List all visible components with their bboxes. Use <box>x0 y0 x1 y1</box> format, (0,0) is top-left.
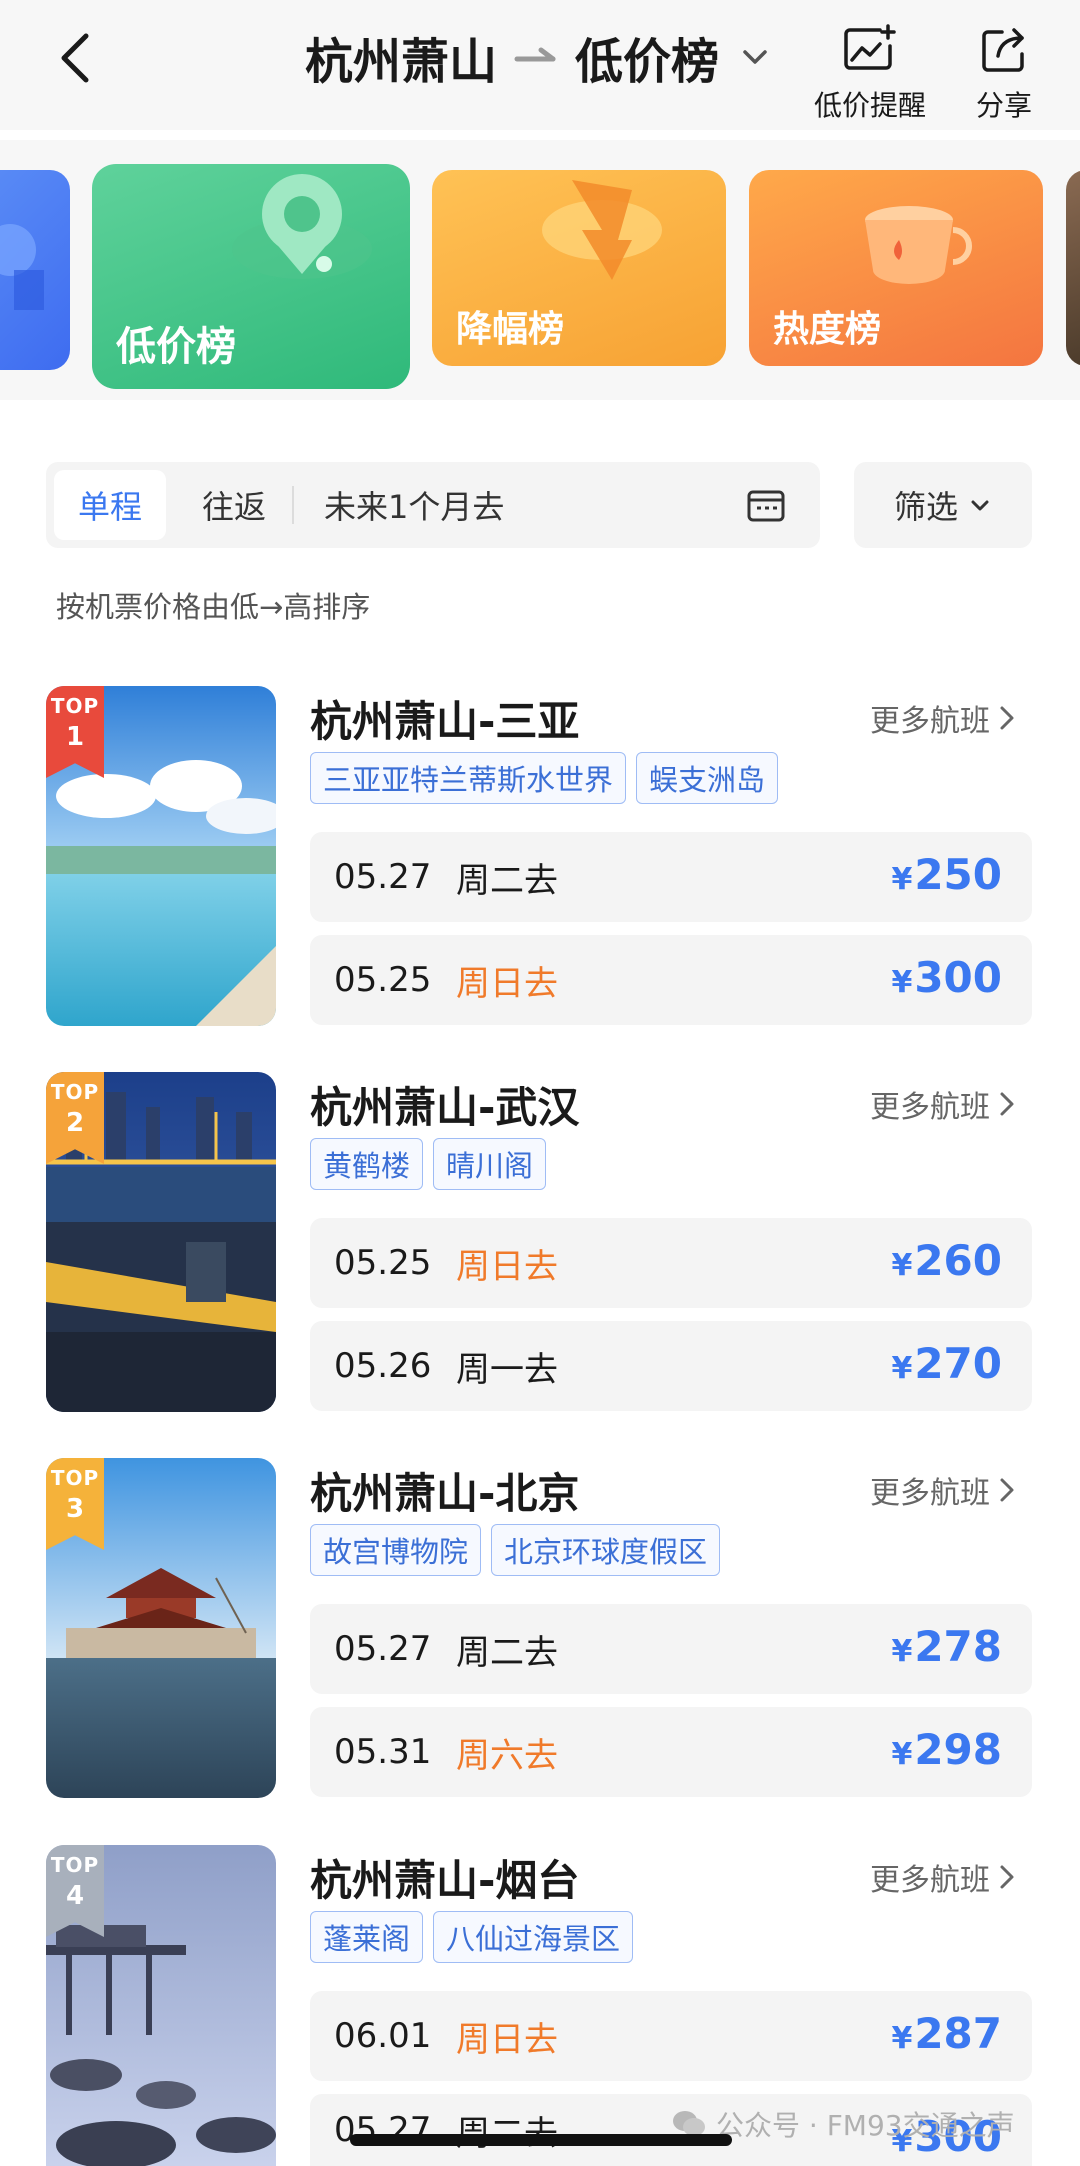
flight-option[interactable]: 05.27 周二去 ¥250 <box>310 832 1032 922</box>
flight-price: ¥287 <box>891 2009 1002 2058</box>
flight-date: 05.31 <box>334 1732 432 1772</box>
chevron-right-icon <box>1000 706 1014 730</box>
destination-photo: TOP 3 <box>46 1458 276 1798</box>
arrow-right-icon <box>514 47 556 62</box>
flight-date: 05.27 <box>334 1629 432 1669</box>
attraction-tags: 故宫博物院 北京环球度假区 <box>310 1524 721 1576</box>
category-card-price-drop[interactable]: 降幅榜 <box>432 170 726 366</box>
category-label-price-drop: 降幅榜 <box>456 309 565 350</box>
ranking-category-strip: 低价榜 降幅榜 热度榜 <box>0 140 1080 400</box>
chevron-right-icon <box>1000 1092 1014 1116</box>
flight-price: ¥300 <box>891 953 1002 1002</box>
flight-option[interactable]: 05.27 周二去 ¥278 <box>310 1604 1032 1694</box>
page-title: 低价榜 <box>575 34 720 90</box>
price-alert-button[interactable]: 低价提醒 <box>814 24 926 124</box>
attraction-tags: 蓬莱阁 八仙过海景区 <box>310 1911 634 1963</box>
category-card-low-price[interactable]: 低价榜 <box>92 164 410 389</box>
category-card-hot[interactable]: 热度榜 <box>749 170 1043 366</box>
price-alert-label: 低价提醒 <box>814 89 927 122</box>
category-card-next[interactable] <box>1066 170 1080 366</box>
flight-option[interactable]: 05.26 周一去 ¥270 <box>310 1321 1032 1411</box>
calendar-icon[interactable] <box>746 486 786 524</box>
more-flights-link[interactable]: 更多航班 <box>870 696 1018 740</box>
back-button[interactable] <box>50 22 110 92</box>
page-title-selector[interactable]: 杭州萧山 低价榜 <box>305 22 773 92</box>
one-way-tab[interactable]: 单程 <box>54 470 166 540</box>
flight-date: 06.01 <box>334 2016 432 2056</box>
attraction-tags: 黄鹤楼 晴川阁 <box>310 1138 547 1190</box>
chevron-right-icon <box>1000 1478 1014 1502</box>
flight-date: 05.27 <box>334 2110 432 2150</box>
chevron-down-icon <box>971 500 989 511</box>
share-icon <box>982 28 1024 72</box>
chevron-left-icon <box>61 33 89 83</box>
category-label-hot: 热度榜 <box>773 309 882 350</box>
ranking-item[interactable]: TOP 3 杭州萧山-北京 更多航班 故宫博物院 北京环球度假区 05.27 周… <box>0 1458 1080 1808</box>
flight-weekday: 周二去 <box>456 860 558 901</box>
flight-weekday: 周日去 <box>456 2019 558 2060</box>
flight-date: 05.25 <box>334 960 432 1000</box>
home-indicator[interactable] <box>350 2134 732 2146</box>
attraction-tag[interactable]: 八仙过海景区 <box>433 1911 634 1963</box>
plane-icon <box>0 224 44 310</box>
flight-weekday: 周六去 <box>456 1735 558 1776</box>
filter-button[interactable]: 筛选 <box>854 462 1032 548</box>
more-flights-link[interactable]: 更多航班 <box>870 1082 1018 1126</box>
price-alert-icon <box>844 24 896 70</box>
attraction-tag[interactable]: 晴川阁 <box>433 1138 547 1190</box>
attraction-tag[interactable]: 蓬莱阁 <box>310 1911 424 1963</box>
flight-weekday: 周日去 <box>456 963 558 1004</box>
flight-date: 05.26 <box>334 1346 432 1386</box>
flight-option[interactable]: 05.25 周日去 ¥260 <box>310 1218 1032 1308</box>
route-title: 杭州萧山-北京 <box>310 1469 580 1518</box>
route-title: 杭州萧山-武汉 <box>310 1083 580 1132</box>
attraction-tag[interactable]: 三亚亚特兰蒂斯水世界 <box>310 752 627 804</box>
origin-city: 杭州萧山 <box>305 34 498 90</box>
more-flights-link[interactable]: 更多航班 <box>870 1855 1018 1899</box>
divider <box>292 486 294 524</box>
share-button[interactable]: 分享 <box>976 24 1032 124</box>
sort-description: 按机票价格由低→高排序 <box>56 590 371 624</box>
attraction-tags: 三亚亚特兰蒂斯水世界 蜈支洲岛 <box>310 752 779 804</box>
flight-weekday: 周二去 <box>456 1632 558 1673</box>
destination-photo: TOP 4 <box>46 1845 276 2166</box>
attraction-tag[interactable]: 蜈支洲岛 <box>636 752 779 804</box>
flight-weekday: 周一去 <box>456 1349 558 1390</box>
flight-price: ¥278 <box>891 1622 1002 1671</box>
route-title: 杭州萧山-三亚 <box>310 697 580 746</box>
destination-photo: TOP 1 <box>46 686 276 1026</box>
flight-price: ¥270 <box>891 1339 1002 1388</box>
attraction-tag[interactable]: 故宫博物院 <box>310 1524 482 1576</box>
ranking-item[interactable]: TOP 1 杭州萧山-三亚 更多航班 三亚亚特兰蒂斯水世界 蜈支洲岛 05.27… <box>0 686 1080 1036</box>
flight-option[interactable]: 05.31 周六去 ¥298 <box>310 1707 1032 1797</box>
chevron-right-icon <box>1000 1865 1014 1889</box>
chevron-down-icon <box>743 50 767 64</box>
flight-price: ¥260 <box>891 1236 1002 1285</box>
category-label-low-price: 低价榜 <box>116 324 236 370</box>
attraction-tag[interactable]: 北京环球度假区 <box>491 1524 721 1576</box>
round-trip-tab[interactable]: 往返 <box>186 470 282 540</box>
flight-date: 05.25 <box>334 1243 432 1283</box>
date-range-selector[interactable]: 未来1个月去 <box>324 470 504 540</box>
filter-label: 筛选 <box>893 488 958 526</box>
more-flights-link[interactable]: 更多航班 <box>870 1468 1018 1512</box>
attraction-tag[interactable]: 黄鹤楼 <box>310 1138 424 1190</box>
destination-photo: TOP 2 <box>46 1072 276 1412</box>
top-nav-bar: 杭州萧山 低价榜 低价提醒 分享 <box>0 0 1080 130</box>
flight-weekday: 周日去 <box>456 1246 558 1287</box>
flight-option[interactable]: 06.01 周日去 ¥287 <box>310 1991 1032 2081</box>
flight-price: ¥250 <box>891 850 1002 899</box>
trip-filter-bar: 单程 往返 未来1个月去 <box>46 462 820 548</box>
flight-price: ¥298 <box>891 1725 1002 1774</box>
ranking-item[interactable]: TOP 2 杭州萧山-武汉 更多航班 黄鹤楼 晴川阁 05.25 周日去 ¥26… <box>0 1072 1080 1422</box>
category-card-previous[interactable] <box>0 170 70 370</box>
route-title: 杭州萧山-烟台 <box>310 1856 580 1905</box>
flight-weekday: 周二去 <box>456 2094 558 2166</box>
share-label: 分享 <box>976 89 1033 122</box>
flight-date: 05.27 <box>334 857 432 897</box>
flight-option[interactable]: 05.25 周日去 ¥300 <box>310 935 1032 1025</box>
